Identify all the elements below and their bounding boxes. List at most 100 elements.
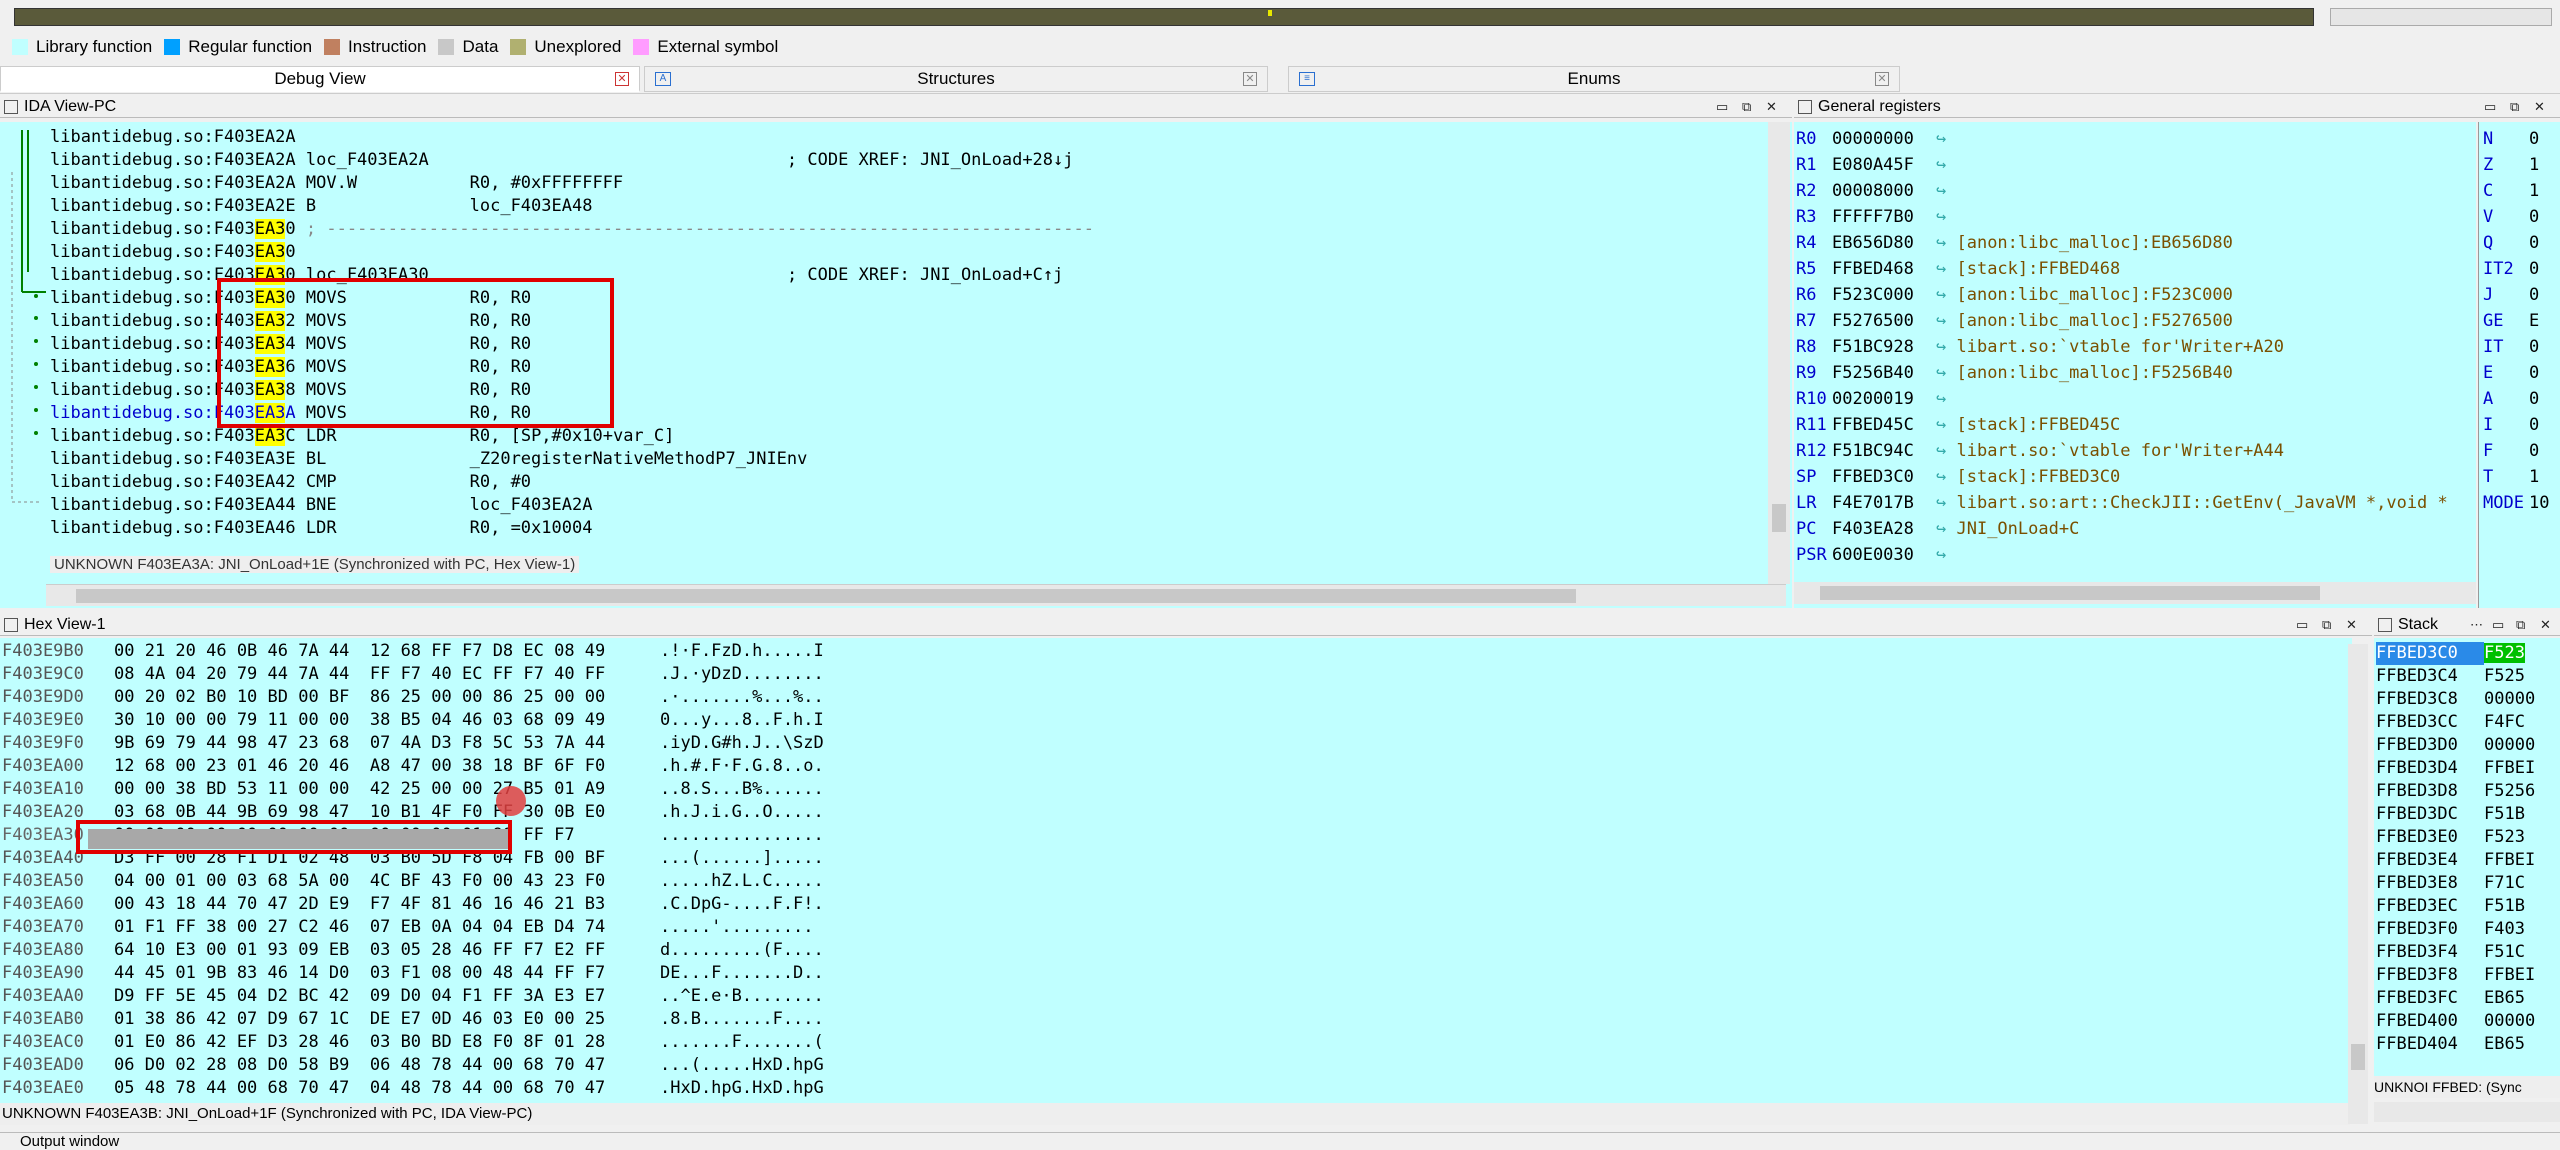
flag-value[interactable]: 0 <box>2529 233 2539 253</box>
stack-row[interactable]: FFBED3D8 F5256 <box>2376 780 2535 803</box>
horizontal-scrollbar[interactable] <box>1794 582 2476 604</box>
flag-row[interactable]: N0 <box>2483 126 2539 152</box>
minimize-icon[interactable]: ▭ <box>1716 99 1728 115</box>
scrollbar-thumb[interactable] <box>1820 586 2320 600</box>
register-row[interactable]: R10 00200019 ↪ <box>1796 386 1956 412</box>
flag-row[interactable]: Z1 <box>2483 152 2539 178</box>
stack-row[interactable]: FFBED3E0 F523 <box>2376 826 2525 849</box>
restore-icon[interactable]: ⧉ <box>2322 617 2331 633</box>
stack-row[interactable]: FFBED3CC F4FC <box>2376 711 2525 734</box>
flag-value[interactable]: 0 <box>2529 207 2539 227</box>
minimize-icon[interactable]: ▭ <box>2296 617 2308 633</box>
register-row[interactable]: R9 F5256B40 ↪ [anon:libc_malloc]:F5256B40 <box>1796 360 2233 386</box>
flag-row[interactable]: Q0 <box>2483 230 2539 256</box>
tab-enums[interactable]: ≡ Enums ✕ <box>1288 66 1900 92</box>
stack-row[interactable]: FFBED3EC F51B <box>2376 895 2525 918</box>
flag-value[interactable]: 0 <box>2529 363 2539 383</box>
hex-row[interactable]: F403EA50 04 00 01 00 03 68 5A 00 4C BF 43… <box>2 870 824 893</box>
jump-arrow-icon[interactable]: ↪ <box>1936 415 1956 435</box>
restore-icon[interactable]: ⧉ <box>1742 99 1751 115</box>
jump-arrow-icon[interactable]: ↪ <box>1936 337 1956 357</box>
close-icon[interactable]: ✕ <box>615 72 629 86</box>
register-row[interactable]: SP FFBED3C0 ↪ [stack]:FFBED3C0 <box>1796 464 2120 490</box>
stack-row[interactable]: FFBED3E8 F71C <box>2376 872 2525 895</box>
flag-row[interactable]: IT2 0 <box>2483 256 2539 282</box>
jump-arrow-icon[interactable]: ↪ <box>1936 363 1956 383</box>
jump-arrow-icon[interactable]: ↪ <box>1936 285 1956 305</box>
disasm-line[interactable]: libantidebug.so:F403EA2A <box>50 126 296 149</box>
jump-arrow-icon[interactable]: ↪ <box>1936 207 1956 227</box>
register-row[interactable]: R11 FFBED45C ↪ [stack]:FFBED45C <box>1796 412 2120 438</box>
register-value[interactable]: F403EA28 <box>1832 516 1936 542</box>
hex-row[interactable]: F403E9F0 9B 69 79 44 98 47 23 68 07 4A D3… <box>2 732 824 755</box>
tab-debug-view[interactable]: Debug View ✕ <box>0 66 640 92</box>
jump-arrow-icon[interactable]: ↪ <box>1936 545 1956 565</box>
jump-arrow-icon[interactable]: ↪ <box>1936 493 1956 513</box>
menu-icon[interactable]: ⋯ <box>2470 617 2483 633</box>
register-value[interactable]: 00000000 <box>1832 126 1936 152</box>
stack-row[interactable]: FFBED3FC EB65 <box>2376 987 2525 1010</box>
scrollbar-thumb[interactable] <box>1772 504 1786 532</box>
minimize-icon[interactable]: ▭ <box>2492 617 2504 633</box>
jump-arrow-icon[interactable]: ↪ <box>1936 233 1956 253</box>
register-row[interactable]: LR F4E7017B ↪ libart.so:art::CheckJII::Ge… <box>1796 490 2448 516</box>
flag-value[interactable]: 1 <box>2529 155 2539 175</box>
stack-row[interactable]: FFBED3F8 FFBEI <box>2376 964 2535 987</box>
jump-arrow-icon[interactable]: ↪ <box>1936 181 1956 201</box>
stack-row[interactable]: FFBED404 EB65 <box>2376 1033 2525 1056</box>
flag-value[interactable]: 0 <box>2529 129 2539 149</box>
register-row[interactable]: R4 EB656D80 ↪ [anon:libc_malloc]:EB656D80 <box>1796 230 2233 256</box>
close-icon[interactable]: ✕ <box>2346 617 2357 633</box>
flag-row[interactable]: C1 <box>2483 178 2539 204</box>
register-value[interactable]: FFBED468 <box>1832 256 1936 282</box>
jump-arrow-icon[interactable]: ↪ <box>1936 519 1956 539</box>
registers-view[interactable]: R0 00000000 ↪ R1 E080A45F ↪ R2 00008000 ↪ R… <box>1794 122 2476 608</box>
hex-row[interactable]: F403EA90 44 45 01 9B 83 46 14 D0 03 F1 08… <box>2 962 824 985</box>
horizontal-scrollbar[interactable] <box>46 584 1786 606</box>
jump-arrow-icon[interactable]: ↪ <box>1936 259 1956 279</box>
register-row[interactable]: R2 00008000 ↪ <box>1796 178 1956 204</box>
stack-row[interactable]: FFBED3D4 FFBEI <box>2376 757 2535 780</box>
scrollbar-thumb[interactable] <box>2351 1044 2365 1070</box>
hex-row[interactable]: F403EA00 12 68 00 23 01 46 20 46 A8 47 00… <box>2 755 824 778</box>
close-icon[interactable]: ✕ <box>1766 99 1777 115</box>
register-value[interactable]: FFBED45C <box>1832 412 1936 438</box>
hex-row[interactable]: F403EAB0 01 38 86 42 07 D9 67 1C DE E7 0D… <box>2 1008 824 1031</box>
hex-row[interactable]: F403EA60 00 43 18 44 70 47 2D E9 F7 4F 81… <box>2 893 824 916</box>
register-value[interactable]: F5276500 <box>1832 308 1936 334</box>
register-row[interactable]: R5 FFBED468 ↪ [stack]:FFBED468 <box>1796 256 2120 282</box>
flag-row[interactable]: E0 <box>2483 360 2539 386</box>
disasm-line[interactable]: libantidebug.so:F403EA3C LDR R0, [SP,#0x… <box>50 425 674 448</box>
flag-value[interactable]: 1 <box>2529 181 2539 201</box>
horizontal-scrollbar[interactable] <box>2374 1102 2560 1122</box>
flag-row[interactable]: J0 <box>2483 282 2539 308</box>
flag-row[interactable]: I0 <box>2483 412 2539 438</box>
register-value[interactable]: F523C000 <box>1832 282 1936 308</box>
flag-row[interactable]: F0 <box>2483 438 2539 464</box>
flag-row[interactable]: IT 0 <box>2483 334 2539 360</box>
jump-arrow-icon[interactable]: ↪ <box>1936 155 1956 175</box>
minimize-icon[interactable]: ▭ <box>2484 99 2496 115</box>
navigation-bar-secondary[interactable] <box>2330 8 2552 26</box>
scrollbar-thumb[interactable] <box>76 589 1576 603</box>
flag-row[interactable]: GE E <box>2483 308 2539 334</box>
flag-row[interactable]: A0 <box>2483 386 2539 412</box>
flag-value[interactable]: 0 <box>2529 259 2539 279</box>
register-row[interactable]: R0 00000000 ↪ <box>1796 126 1956 152</box>
tab-structures[interactable]: A Structures ✕ <box>644 66 1268 92</box>
stack-row[interactable]: FFBED3DC F51B <box>2376 803 2525 826</box>
register-row[interactable]: R7 F5276500 ↪ [anon:libc_malloc]:F5276500 <box>1796 308 2233 334</box>
register-value[interactable]: 600E0030 <box>1832 542 1936 568</box>
disasm-line[interactable]: libantidebug.so:F403EA30 ; -------------… <box>50 218 1094 241</box>
close-icon[interactable]: ✕ <box>2540 617 2551 633</box>
hex-row[interactable]: F403EAA0 D9 FF 5E 45 04 D2 BC 42 09 D0 04… <box>2 985 824 1008</box>
stack-row[interactable]: FFBED3C8 00000 <box>2376 688 2535 711</box>
disasm-line[interactable]: libantidebug.so:F403EA2E B loc_F403EA48 <box>50 195 592 218</box>
hex-row[interactable]: F403EAC0 01 E0 86 42 EF D3 28 46 03 B0 BD… <box>2 1031 824 1054</box>
register-value[interactable]: F5256B40 <box>1832 360 1936 386</box>
register-value[interactable]: FFBED3C0 <box>1832 464 1936 490</box>
stack-row[interactable]: FFBED400 00000 <box>2376 1010 2535 1033</box>
register-row[interactable]: PSR 600E0030 ↪ <box>1796 542 1956 568</box>
disasm-line[interactable]: libantidebug.so:F403EA44 BNE loc_F403EA2… <box>50 494 592 517</box>
jump-arrow-icon[interactable]: ↪ <box>1936 441 1956 461</box>
